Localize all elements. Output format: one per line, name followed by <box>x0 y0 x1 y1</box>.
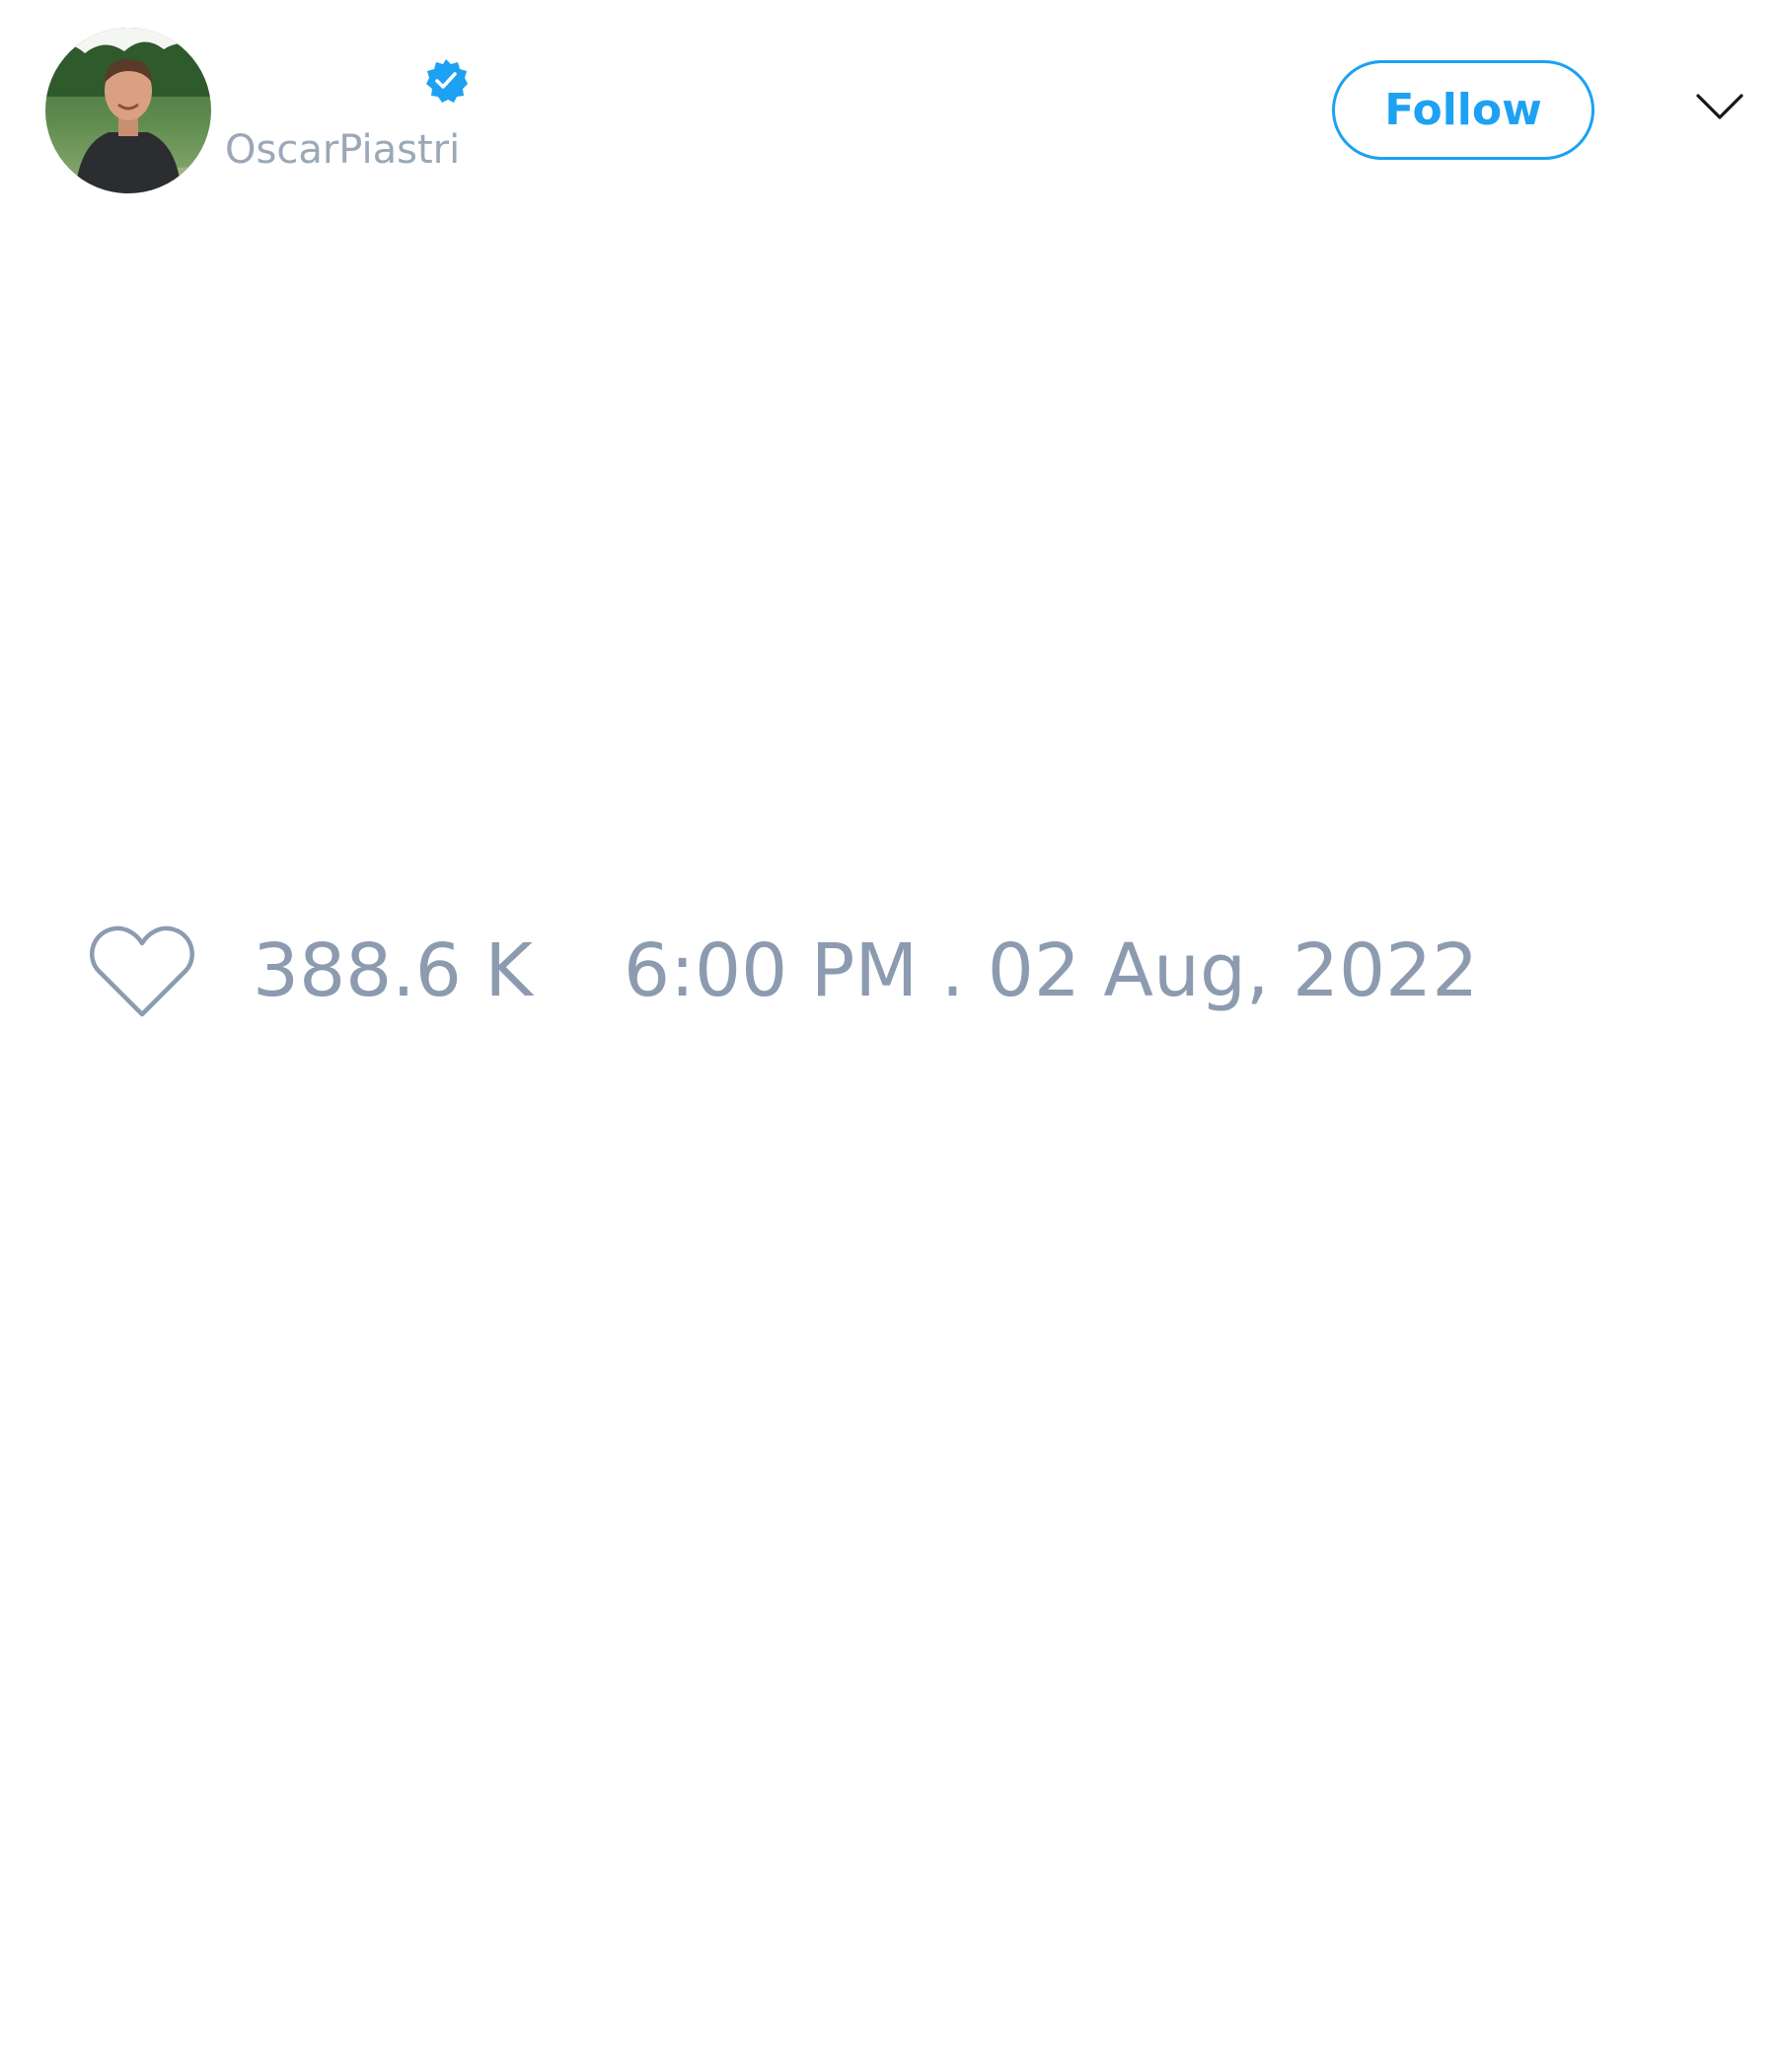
author-name-row <box>225 51 422 111</box>
avatar[interactable] <box>45 28 211 193</box>
follow-button[interactable]: Follow <box>1332 60 1594 160</box>
author-handle[interactable]: OscarPiastri <box>225 126 460 174</box>
tweet-header: OscarPiastri Follow <box>0 0 1776 227</box>
verified-badge-icon <box>426 59 468 103</box>
tweet-footer: 388.6 K 6:00 PM . 02 Aug, 2022 <box>0 908 1776 1026</box>
heart-outline-icon[interactable] <box>89 924 195 1020</box>
tweet-page: OscarPiastri Follow 388.6 K 6:00 PM . 02… <box>0 0 1776 2072</box>
avatar-photo <box>45 28 211 193</box>
tweet-timestamp[interactable]: 6:00 PM . 02 Aug, 2022 <box>624 927 1478 1014</box>
chevron-down-icon[interactable] <box>1695 91 1744 122</box>
like-count: 388.6 K <box>253 928 533 1013</box>
